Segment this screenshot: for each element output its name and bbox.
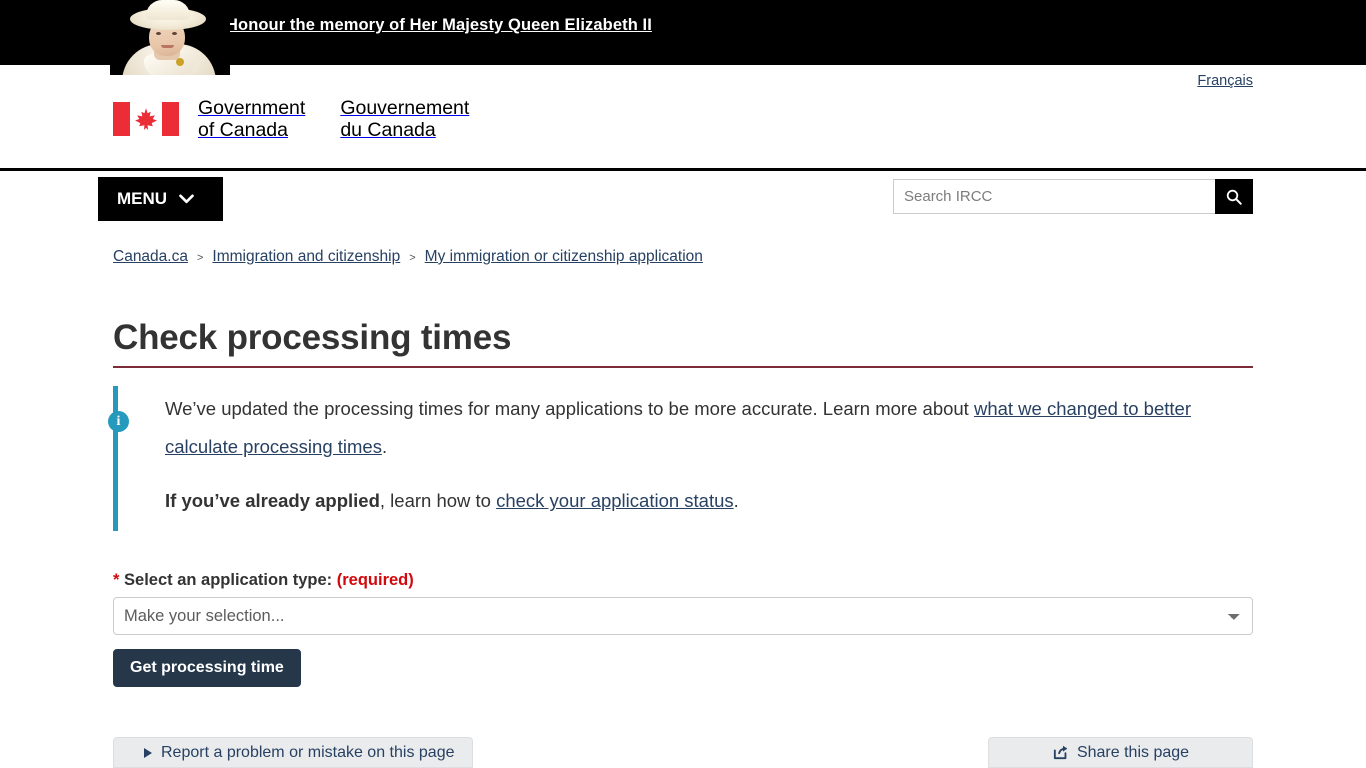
main-menu-label: MENU	[117, 189, 168, 208]
application-type-label: * Select an application type: (required)	[113, 571, 1253, 590]
search-input[interactable]	[893, 179, 1215, 214]
search-button[interactable]	[1215, 179, 1253, 214]
page-title: Check processing times	[113, 318, 1253, 369]
alert-paragraph-already-applied: If you’ve already applied, learn how to …	[165, 482, 1253, 520]
link-check-application-status[interactable]: check your application status	[496, 490, 734, 511]
queen-elizabeth-portrait	[110, 0, 230, 75]
share-this-page-button[interactable]: Share this page	[988, 737, 1253, 768]
government-header: Français Government of Canada Gouverneme…	[0, 65, 1366, 214]
application-type-label-text: Select an application type:	[124, 571, 333, 590]
alert-text-intro: We’ve updated the processing times for m…	[165, 398, 974, 420]
info-alert: i We’ve updated the processing times for…	[108, 386, 1253, 532]
triangle-right-icon	[144, 747, 152, 758]
breadcrumb-item-canada-ca[interactable]: Canada.ca	[113, 248, 188, 266]
alert-paragraph-updated-times: We’ve updated the processing times for m…	[165, 390, 1253, 466]
wordmark-french-line2: du Canada	[340, 119, 436, 141]
alert-text-period-2: .	[733, 490, 739, 512]
language-toggle[interactable]: Français	[1197, 73, 1253, 89]
government-of-canada-wordmark[interactable]: Government of Canada Gouvernement du Can…	[113, 97, 469, 141]
breadcrumb-separator: >	[409, 252, 416, 264]
canada-flag-icon	[113, 102, 179, 136]
wordmark-french: Gouvernement du Canada	[340, 97, 469, 141]
application-type-select[interactable]: Make your selection...	[113, 597, 1253, 636]
site-search	[893, 179, 1253, 214]
wordmark-french-line1: Gouvernement	[340, 97, 470, 119]
language-toggle-link[interactable]: Français	[1197, 73, 1253, 89]
alert-text-learn-how: , learn how to	[379, 490, 497, 512]
wordmark-english-line2: of Canada	[198, 119, 288, 141]
breadcrumb-item-my-immigration-or-citizenship-application[interactable]: My immigration or citizenship applicatio…	[425, 248, 703, 266]
page-feedback-row: Report a problem or mistake on this page…	[113, 737, 1253, 768]
mourning-banner: Honour the memory of Her Majesty Queen E…	[0, 0, 1366, 75]
menu-divider	[0, 168, 1366, 171]
wordmark-english: Government of Canada	[198, 97, 305, 141]
required-asterisk: *	[113, 571, 120, 590]
required-note: (required)	[336, 571, 414, 590]
info-icon: i	[108, 411, 129, 433]
get-processing-time-button[interactable]: Get processing time	[113, 649, 301, 688]
wordmark-english-line1: Government	[198, 97, 306, 119]
search-icon	[1226, 189, 1242, 205]
report-problem-label: Report a problem or mistake on this page	[161, 743, 455, 761]
main-content: Check processing times i We’ve updated t…	[108, 318, 1253, 688]
alert-text-period: .	[381, 436, 388, 458]
processing-time-form: * Select an application type: (required)…	[113, 571, 1253, 688]
main-menu-button[interactable]: MENU	[98, 177, 223, 221]
breadcrumb: Canada.ca > Immigration and citizenship …	[113, 248, 703, 266]
chevron-down-icon	[179, 194, 194, 204]
alert-text-bold-already-applied: If you’ve already applied	[165, 490, 380, 512]
breadcrumb-separator: >	[196, 252, 204, 264]
report-problem-toggle[interactable]: Report a problem or mistake on this page	[113, 737, 473, 768]
share-this-page-label: Share this page	[1076, 743, 1190, 761]
breadcrumb-item-immigration-and-citizenship[interactable]: Immigration and citizenship	[212, 248, 400, 266]
mourning-banner-link[interactable]: Honour the memory of Her Majesty Queen E…	[226, 16, 652, 35]
share-external-icon	[1052, 744, 1069, 761]
